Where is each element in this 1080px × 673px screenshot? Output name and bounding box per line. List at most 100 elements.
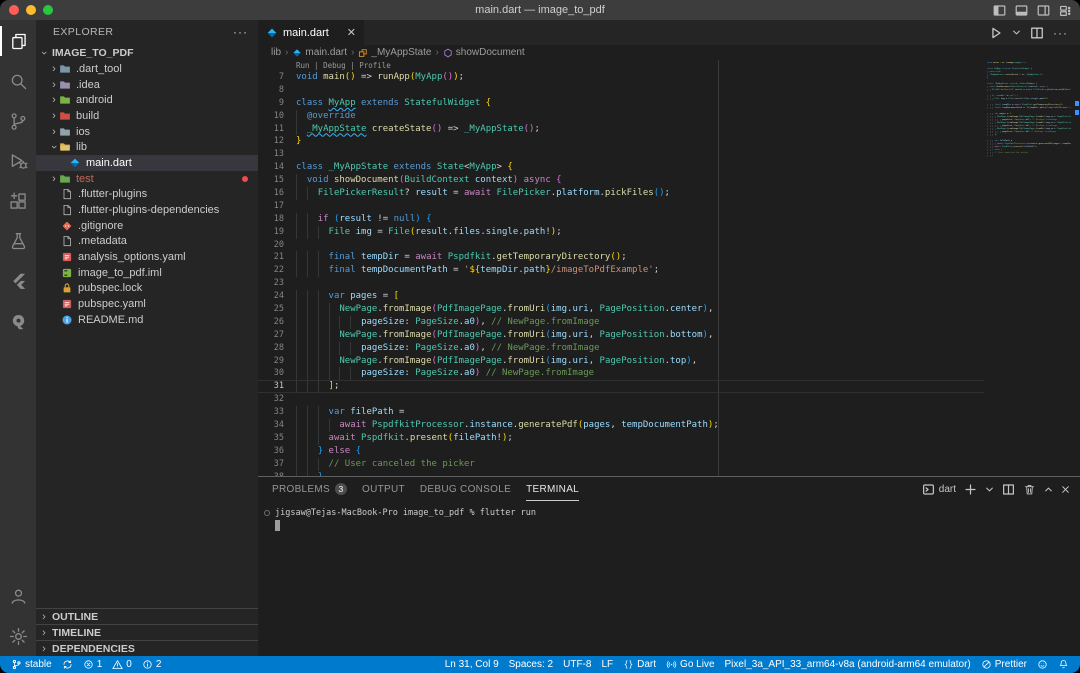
explorer-item-main.dart[interactable]: main.dart: [36, 155, 258, 171]
line-number[interactable]: 17: [258, 200, 284, 213]
codelens-run-debug-profile[interactable]: Run | Debug | Profile: [258, 61, 984, 71]
code-line-30[interactable]: 30 pageSize: PageSize.a0) // NewPage.fro…: [258, 367, 984, 380]
line-number[interactable]: 30: [258, 367, 284, 380]
line-number[interactable]: 8: [258, 84, 284, 97]
panel-action-chevron-up[interactable]: [1044, 485, 1053, 494]
panel-action-split-editor[interactable]: [1002, 483, 1015, 496]
status-spaces-2[interactable]: Spaces: 2: [504, 656, 558, 673]
line-number[interactable]: 31: [258, 380, 284, 393]
line-number[interactable]: 26: [258, 316, 284, 329]
line-number[interactable]: 36: [258, 445, 284, 458]
layout-sidebar-left-icon[interactable]: [993, 4, 1006, 17]
line-number[interactable]: 35: [258, 432, 284, 445]
more-actions-icon[interactable]: ···: [233, 25, 248, 39]
explorer-item-lib[interactable]: ›lib: [36, 139, 258, 155]
code-line-11[interactable]: 11 _MyAppState createState() => _MyAppSt…: [258, 123, 984, 136]
line-number[interactable]: 27: [258, 329, 284, 342]
breadcrumb-_MyAppState[interactable]: _MyAppState: [358, 47, 431, 58]
traffic-minimize-button[interactable]: [26, 5, 36, 15]
code-line-34[interactable]: 34 await PspdfkitProcessor.instance.gene…: [258, 419, 984, 432]
layout-panel-icon[interactable]: [1015, 4, 1028, 17]
explorer-item-.gitignore[interactable]: .gitignore: [36, 218, 258, 234]
explorer-item-build[interactable]: ›build: [36, 108, 258, 124]
panel-action-terminal-profile[interactable]: dart: [922, 483, 956, 496]
line-number[interactable]: 21: [258, 251, 284, 264]
explorer-item-test[interactable]: ›test: [36, 171, 258, 187]
line-number[interactable]: 7: [258, 71, 284, 84]
explorer-item-pubspec.lock[interactable]: pubspec.lock: [36, 281, 258, 297]
code-line-36[interactable]: 36 } else {: [258, 445, 984, 458]
status-utf-8[interactable]: UTF-8: [558, 656, 596, 673]
traffic-zoom-button[interactable]: [43, 5, 53, 15]
code-line-28[interactable]: 28 pageSize: PageSize.a0), // NewPage.fr…: [258, 342, 984, 355]
line-number[interactable]: 16: [258, 187, 284, 200]
activity-testing-beaker[interactable]: [0, 221, 36, 261]
sidebar-section-timeline[interactable]: ›TIMELINE: [36, 624, 258, 640]
code-line-24[interactable]: 24 var pages = [: [258, 290, 984, 303]
code-line-7[interactable]: 7void main() => runApp(MyApp());: [258, 71, 984, 84]
code-line-16[interactable]: 16 FilePickerResult? result = await File…: [258, 187, 984, 200]
layout-sidebar-right-icon[interactable]: [1037, 4, 1050, 17]
code-line-18[interactable]: 18 if (result != null) {: [258, 213, 984, 226]
activity-extensions[interactable]: [0, 181, 36, 221]
line-number[interactable]: 19: [258, 226, 284, 239]
line-number[interactable]: 29: [258, 355, 284, 368]
code-line-17[interactable]: 17: [258, 200, 984, 213]
status-info[interactable]: 2: [137, 656, 167, 673]
activity-q-extension[interactable]: [0, 301, 36, 341]
panel-tab-output[interactable]: OUTPUT: [362, 477, 405, 501]
activity-settings-gear[interactable]: [0, 616, 36, 656]
status-sync[interactable]: [57, 656, 78, 673]
code-line-20[interactable]: 20: [258, 239, 984, 252]
activity-run-debug[interactable]: [0, 141, 36, 181]
activity-explorer-files[interactable]: [0, 21, 36, 61]
code-line-27[interactable]: 27 NewPage.fromImage(PdfImagePage.fromUr…: [258, 329, 984, 342]
panel-action-trash[interactable]: [1023, 483, 1036, 496]
status-source-branch[interactable]: stable: [6, 656, 57, 673]
breadcrumb-showDocument[interactable]: showDocument: [443, 47, 525, 58]
line-number[interactable]: 12: [258, 135, 284, 148]
line-number[interactable]: 32: [258, 393, 284, 406]
explorer-item-analysis_options.yaml[interactable]: analysis_options.yaml: [36, 249, 258, 265]
code-line-19[interactable]: 19 File img = File(result.files.single.p…: [258, 226, 984, 239]
minimap[interactable]: void main() => runApp(MyApp());class MyA…: [987, 62, 1071, 158]
activity-account[interactable]: [0, 576, 36, 616]
layout-customize-icon[interactable]: [1059, 4, 1072, 17]
status-bell[interactable]: [1053, 656, 1074, 673]
run-icon[interactable]: [989, 26, 1003, 40]
activity-source-control[interactable]: [0, 101, 36, 141]
status-error[interactable]: 1: [78, 656, 108, 673]
explorer-item-README.md[interactable]: README.md: [36, 312, 258, 328]
panel-tab-problems[interactable]: PROBLEMS3: [272, 477, 347, 501]
line-number[interactable]: 28: [258, 342, 284, 355]
line-number[interactable]: 13: [258, 148, 284, 161]
breadcrumb-main.dart[interactable]: main.dart: [292, 47, 347, 58]
line-number[interactable]: 38: [258, 471, 284, 476]
split-editor-icon[interactable]: [1030, 26, 1044, 40]
panel-action-chevron-down[interactable]: [985, 485, 994, 494]
explorer-item-.flutter-plugins-dependencies[interactable]: .flutter-plugins-dependencies: [36, 202, 258, 218]
terminal[interactable]: jigsaw@Tejas-MacBook-Pro image_to_pdf % …: [258, 501, 1080, 656]
code-line-22[interactable]: 22 final tempDocumentPath = '${tempDir.p…: [258, 264, 984, 277]
line-number[interactable]: 33: [258, 406, 284, 419]
explorer-item-.idea[interactable]: ›.idea: [36, 77, 258, 93]
code-line-23[interactable]: 23: [258, 277, 984, 290]
panel-action-close[interactable]: [1061, 485, 1070, 494]
status-ln-31-col-9[interactable]: Ln 31, Col 9: [440, 656, 504, 673]
code-line-32[interactable]: 32: [258, 393, 984, 406]
project-root-row[interactable]: › IMAGE_TO_PDF: [36, 44, 258, 61]
line-number[interactable]: 22: [258, 264, 284, 277]
explorer-item-image_to_pdf.iml[interactable]: image_to_pdf.iml: [36, 265, 258, 281]
code-line-10[interactable]: 10 @override: [258, 110, 984, 123]
line-number[interactable]: 18: [258, 213, 284, 226]
status-feedback[interactable]: [1032, 656, 1053, 673]
chevron-down-icon[interactable]: [1012, 28, 1021, 37]
line-number[interactable]: 34: [258, 419, 284, 432]
line-number[interactable]: 24: [258, 290, 284, 303]
code-line-38[interactable]: 38 }: [258, 471, 984, 476]
line-number[interactable]: 37: [258, 458, 284, 471]
line-number[interactable]: 15: [258, 174, 284, 187]
code-line-26[interactable]: 26 pageSize: PageSize.a0), // NewPage.fr…: [258, 316, 984, 329]
code-line-8[interactable]: 8: [258, 84, 984, 97]
breadcrumb-lib[interactable]: lib: [271, 47, 281, 58]
